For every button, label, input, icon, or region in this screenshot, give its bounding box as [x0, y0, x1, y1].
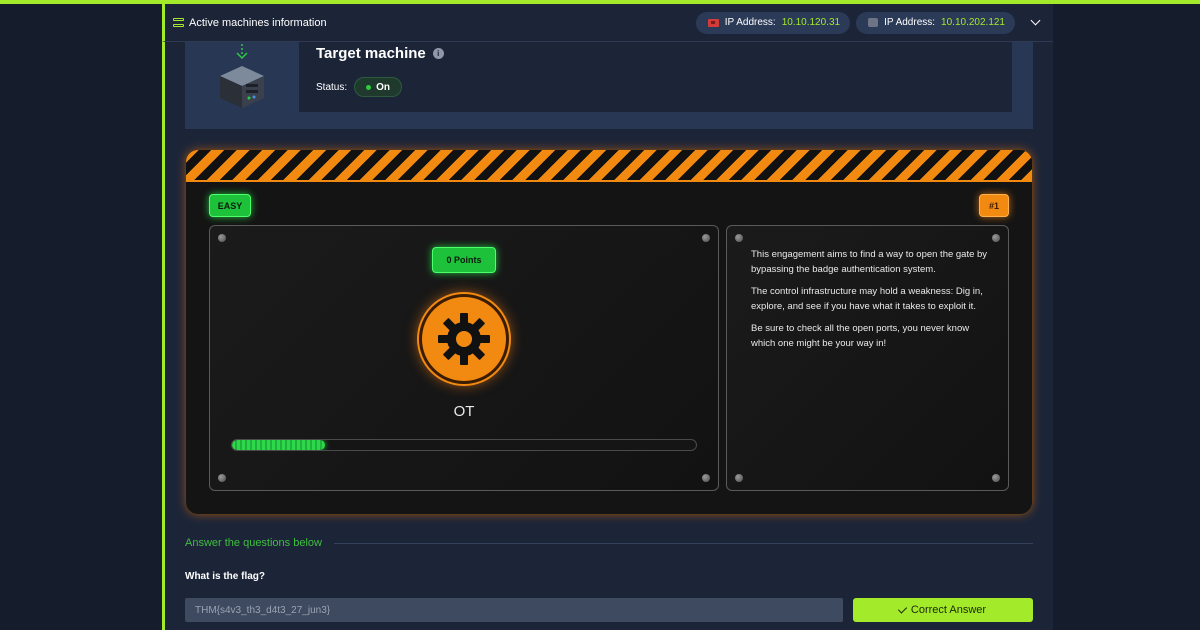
- progress-bar: [231, 439, 697, 451]
- description-paragraph: Be sure to check all the open ports, you…: [751, 323, 970, 349]
- screw-icon: [735, 474, 743, 482]
- status-label: Status:: [316, 81, 348, 93]
- question-text: What is the flag?: [185, 571, 265, 582]
- ip-label: IP Address:: [724, 17, 776, 28]
- progress-fill: [232, 440, 325, 450]
- screw-icon: [702, 234, 710, 242]
- ip-label: IP Address:: [884, 17, 936, 28]
- check-icon: [897, 603, 907, 614]
- server-list-icon: [173, 17, 184, 28]
- points-badge: 0 Points: [432, 247, 496, 273]
- target-machine-heading: Target machine i: [316, 45, 444, 62]
- ip-pill-attack[interactable]: IP Address: 10.10.120.31: [695, 11, 851, 34]
- answer-heading-label: Answer the questions below: [185, 537, 322, 549]
- target-machine-title: Target machine: [316, 45, 426, 62]
- screw-icon: [218, 234, 226, 242]
- correct-answer-button[interactable]: Correct Answer: [853, 598, 1033, 622]
- category-emblem: [419, 294, 509, 384]
- status-row: Status: On: [316, 77, 403, 97]
- ip-pill-target[interactable]: IP Address: 10.10.202.121: [856, 11, 1015, 34]
- ip-value: 10.10.202.121: [941, 17, 1005, 28]
- status-value: On: [376, 81, 391, 93]
- correct-answer-label: Correct Answer: [910, 604, 987, 616]
- screw-icon: [992, 234, 1000, 242]
- status-dot-icon: [366, 84, 372, 90]
- active-machines-label: Active machines information: [189, 16, 327, 29]
- hazard-stripe-banner: [186, 150, 1032, 182]
- status-badge: On: [354, 77, 403, 97]
- challenge-description: This engagement aims to find a way to op…: [751, 247, 991, 358]
- active-machines-bar: Active machines information IP Address: …: [162, 4, 1053, 42]
- screw-icon: [218, 474, 226, 482]
- category-label: OT: [453, 403, 475, 420]
- screw-icon: [992, 474, 1000, 482]
- description-paragraph: This engagement aims to find a way to op…: [751, 249, 988, 275]
- task-number-badge: #1: [979, 194, 1009, 217]
- screw-icon: [735, 234, 743, 242]
- chevron-down-icon[interactable]: [1027, 15, 1043, 31]
- answer-section-heading: Answer the questions below: [185, 536, 1033, 550]
- heading-divider: [333, 542, 1033, 544]
- answer-input[interactable]: [185, 598, 843, 622]
- ip-address-group: IP Address: 10.10.120.31 IP Address: 10.…: [695, 11, 1043, 34]
- screw-icon: [702, 474, 710, 482]
- difficulty-badge: EASY: [209, 194, 251, 217]
- info-icon[interactable]: i: [432, 48, 444, 59]
- ip-value: 10.10.120.31: [781, 17, 841, 28]
- machine-box-icon: [868, 18, 879, 27]
- gear-icon: [438, 313, 490, 365]
- active-machines-title[interactable]: Active machines information: [173, 17, 327, 29]
- flag-icon: [707, 18, 719, 27]
- description-paragraph: The control infrastructure may hold a we…: [751, 286, 983, 312]
- machine-illustration: [214, 42, 270, 112]
